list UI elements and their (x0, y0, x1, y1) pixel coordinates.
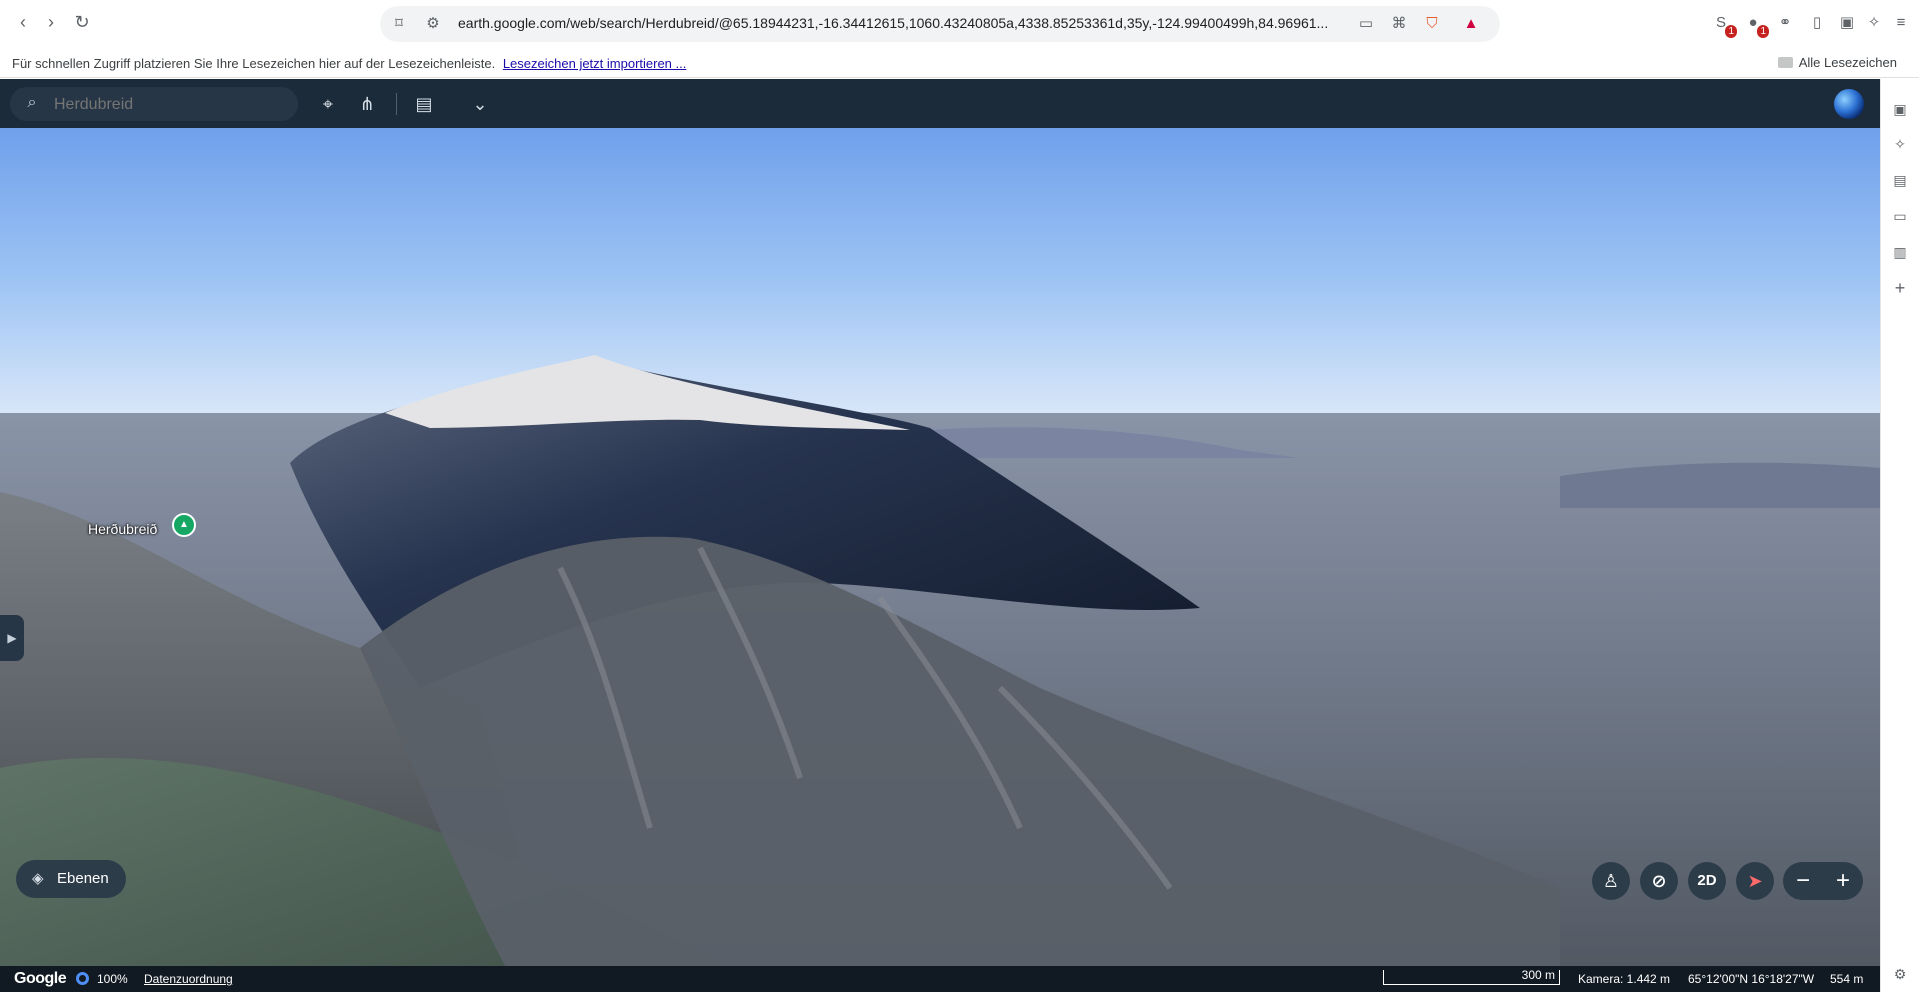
profile-globe-icon[interactable] (1832, 87, 1866, 121)
back-icon[interactable]: ‹ (12, 11, 34, 33)
browser-toolbar: ‹ › ↻ ⌑ ⚙ earth.google.com/web/search/He… (0, 0, 1919, 48)
layers-icon: ◈ (32, 870, 44, 887)
address-bar[interactable]: ⌑ ⚙ earth.google.com/web/search/Herdubre… (380, 6, 1500, 42)
view-2d-button[interactable]: 2D (1688, 862, 1726, 900)
google-earth-viewport[interactable]: ⌕ ⌖ ⋔ ▤ ⌄ (0, 79, 1880, 992)
ai-icon[interactable]: ✧ (1863, 12, 1885, 34)
import-bookmarks-link[interactable]: Lesezeichen jetzt importieren ... (503, 56, 687, 71)
toolbar-separator (396, 93, 397, 115)
folder-icon (1777, 57, 1793, 68)
url-text[interactable]: earth.google.com/web/search/Herdubreid/@… (458, 15, 1348, 31)
bookmarks-prompt-text: Für schnellen Zugriff platzieren Sie Ihr… (12, 56, 496, 71)
extension-badge-2: 1 (1757, 25, 1769, 38)
reset-tilt-icon[interactable]: ⊘ (1640, 862, 1678, 900)
search-icon: ⌕ (27, 94, 37, 111)
scale-bar: 300 m (1383, 968, 1560, 985)
quality-ring-icon (76, 972, 89, 985)
extensions-puzzle-icon[interactable]: ⚭ (1774, 12, 1796, 34)
elevation: 554 m (1830, 972, 1864, 986)
pegman-icon[interactable]: ♙ (1592, 862, 1630, 900)
coordinates: 65°12'00"N 16°18'27"W (1688, 972, 1815, 986)
status-bar: Google 100% Datenzuordnung 300 m Kamera:… (0, 966, 1880, 992)
leo-icon[interactable]: ✧ (1889, 133, 1911, 155)
zoom-out-icon[interactable]: − (1783, 862, 1823, 900)
rewards-icon[interactable]: ▲ (1460, 13, 1482, 35)
quality-text: 100% (97, 972, 128, 986)
zoom-in-icon[interactable]: + (1823, 862, 1863, 900)
extension-icon-2[interactable]: ● 1 (1742, 12, 1769, 38)
google-logo: Google (14, 970, 67, 987)
place-pin-icon[interactable]: ⌖ (316, 92, 340, 116)
wallet-icon[interactable]: ▣ (1889, 98, 1911, 120)
settings-icon[interactable]: ⚙ (1889, 963, 1911, 985)
camera-altitude: Kamera: 1.442 m (1578, 972, 1671, 986)
attribution-link[interactable]: Datenzuordnung (144, 972, 233, 986)
expand-panel-icon[interactable]: ▶ (0, 615, 24, 661)
layers-button[interactable]: ◈ Ebenen (16, 860, 126, 898)
bookmarks-bar: Für schnellen Zugriff platzieren Sie Ihr… (0, 48, 1919, 78)
sidebar-toggle-icon[interactable]: ▯ (1806, 12, 1828, 34)
all-bookmarks-label: Alle Lesezeichen (1798, 55, 1897, 70)
cast-icon[interactable]: ▭ (1355, 13, 1377, 35)
browser-side-panel: ▣ ✧ ▤ ▭ ▥ + ⚙ (1880, 79, 1919, 992)
chevron-down-icon[interactable]: ⌄ (468, 92, 492, 116)
compass-icon[interactable]: ➤ (1736, 862, 1774, 900)
extension-icon-1[interactable]: S1 (1710, 12, 1737, 38)
reading-list-icon[interactable]: ▥ (1889, 241, 1911, 263)
all-bookmarks-button[interactable]: Alle Lesezeichen (1777, 55, 1897, 70)
mountain-pin-icon[interactable]: ▲ (172, 513, 196, 537)
bookmark-icon[interactable]: ⌑ (388, 13, 410, 35)
media-icon[interactable]: ▭ (1889, 205, 1911, 227)
path-icon[interactable]: ⋔ (355, 92, 379, 116)
extension-badge-1: 1 (1725, 25, 1737, 38)
measure-icon[interactable]: ▤ (412, 92, 436, 116)
share-icon[interactable]: ⌘ (1388, 13, 1410, 35)
layers-label: Ebenen (57, 870, 109, 887)
earth-top-bar: ⌕ ⌖ ⋔ ▤ ⌄ (0, 79, 1880, 128)
forward-icon[interactable]: › (40, 11, 62, 33)
site-info-icon[interactable]: ⚙ (422, 13, 444, 35)
terrain-view[interactable] (0, 128, 1880, 992)
scale-label: 300 m (1521, 968, 1555, 982)
zoom-control: − + (1783, 862, 1863, 900)
bookmarks-prompt: Für schnellen Zugriff platzieren Sie Ihr… (12, 56, 686, 71)
reload-icon[interactable]: ↻ (71, 11, 93, 33)
search-input[interactable] (54, 95, 284, 115)
sky (0, 128, 1880, 418)
quality-indicator: 100% (76, 972, 128, 986)
map-place-label[interactable]: Herðubreið (88, 521, 157, 537)
menu-icon[interactable]: ≡ (1890, 12, 1912, 34)
search-box[interactable]: ⌕ (10, 87, 298, 121)
wallet-icon[interactable]: ▣ (1836, 12, 1858, 34)
brave-shield-icon[interactable]: ⛉ (1421, 13, 1443, 35)
bookmarks-icon[interactable]: ▤ (1889, 169, 1911, 191)
add-icon[interactable]: + (1889, 277, 1911, 299)
